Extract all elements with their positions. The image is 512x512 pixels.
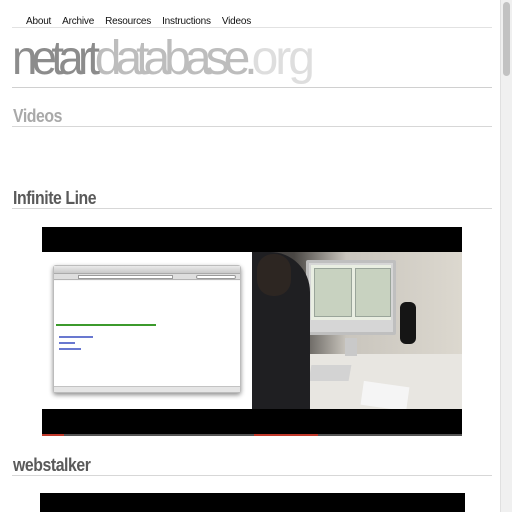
video-progress-fill <box>42 434 64 436</box>
video-player-2[interactable] <box>40 493 465 512</box>
video-progress-track[interactable] <box>42 434 462 436</box>
browser-window-image <box>53 265 241 393</box>
scrollbar[interactable] <box>500 0 512 512</box>
nav-divider <box>12 27 492 28</box>
logo-part-org: org <box>251 32 315 85</box>
video-title-webstalker: webstalker <box>13 455 91 475</box>
scrollbar-thumb[interactable] <box>503 2 510 76</box>
video-frame-camera <box>252 252 462 409</box>
nav-archive[interactable]: Archive <box>62 16 94 27</box>
video-title-divider-2 <box>12 475 492 476</box>
video-title-divider <box>12 208 492 209</box>
nav-resources[interactable]: Resources <box>105 16 151 27</box>
logo-part-database: database. <box>94 32 258 85</box>
video-title-infinite-line: Infinite Line <box>13 188 97 208</box>
title-divider <box>12 126 492 127</box>
nav-about[interactable]: About <box>26 16 51 27</box>
video-frame-screen-capture <box>42 252 252 409</box>
nav-videos[interactable]: Videos <box>222 16 251 27</box>
nav-instructions[interactable]: Instructions <box>162 16 211 27</box>
video-player[interactable] <box>42 227 462 436</box>
video-progress-fill-2 <box>254 434 318 436</box>
site-logo[interactable]: netartdatabase.org <box>12 32 315 85</box>
logo-part-netart: netart <box>12 32 100 85</box>
logo-divider <box>12 87 492 88</box>
page-title: Videos <box>13 106 63 126</box>
top-nav: About Archive Resources Instructions Vid… <box>26 16 262 27</box>
